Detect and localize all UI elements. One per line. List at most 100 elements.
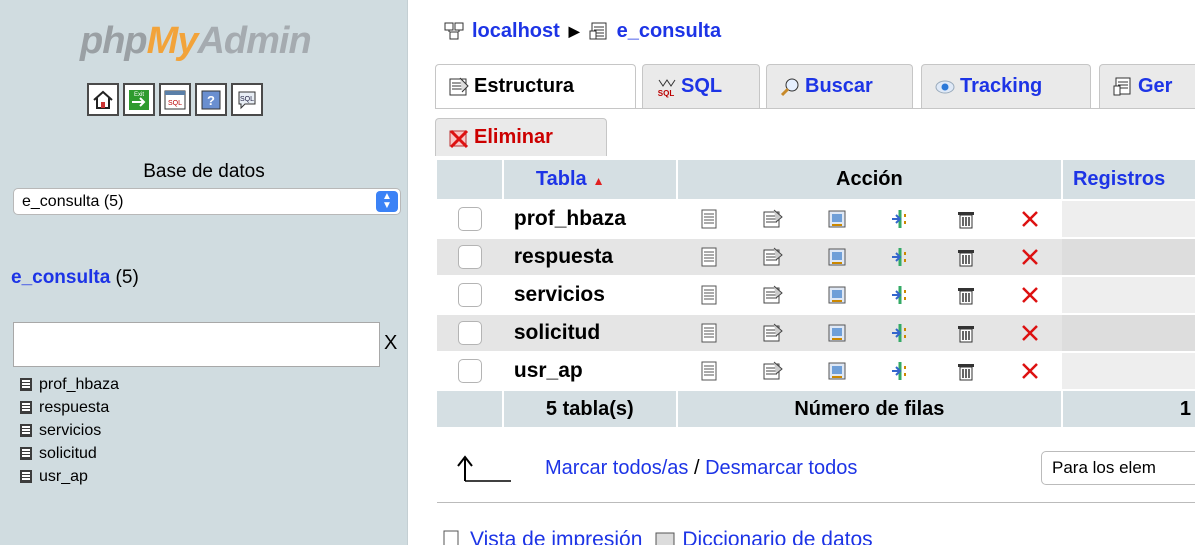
help-icon[interactable]: ? <box>195 83 227 116</box>
drop-icon[interactable] <box>997 276 1062 315</box>
drop-icon[interactable] <box>997 314 1062 353</box>
tree-item-label: servicios <box>39 422 102 439</box>
check-all-link[interactable]: Marcar todos/as <box>545 457 688 480</box>
table-name-link[interactable]: solicitud <box>502 314 677 353</box>
drop-icon[interactable] <box>997 200 1062 239</box>
table-name-link[interactable]: usr_ap <box>502 352 677 391</box>
logo-my: My <box>146 20 199 62</box>
insert-icon[interactable] <box>869 314 934 353</box>
browse-icon[interactable] <box>676 238 741 277</box>
row-checkbox[interactable] <box>457 207 482 231</box>
tab-drop[interactable]: Eliminar <box>435 118 607 156</box>
search-table-icon[interactable] <box>805 352 870 391</box>
bulk-actions: Marcar todos/as / Desmarcar todos <box>453 452 857 484</box>
svg-text:SQL: SQL <box>240 96 254 103</box>
breadcrumb: localhost ▶ e_consulta <box>444 17 721 45</box>
tree-item-servicios[interactable]: servicios <box>20 419 119 442</box>
row-checkbox[interactable] <box>457 359 482 383</box>
tab-generate[interactable]: Ger <box>1099 64 1195 108</box>
empty-icon[interactable] <box>933 352 998 391</box>
row-checkbox-cell <box>437 352 503 391</box>
header-table[interactable]: Tabla ▲ <box>502 160 678 201</box>
print-view-link[interactable]: Vista de impresión <box>470 528 642 545</box>
dictionary-icon <box>655 532 675 545</box>
row-checkbox-cell <box>437 238 503 277</box>
insert-icon[interactable] <box>869 352 934 391</box>
breadcrumb-server[interactable]: localhost <box>472 20 560 43</box>
search-table-icon[interactable] <box>805 238 870 277</box>
tree-item-respuesta[interactable]: respuesta <box>20 396 119 419</box>
navigation-frame: phpMyAdmin Exit SQL ? SQL Base de datos … <box>0 0 408 545</box>
structure-icon[interactable] <box>740 200 806 239</box>
logo-php: php <box>80 20 148 62</box>
empty-icon[interactable] <box>933 314 998 353</box>
browse-icon[interactable] <box>676 352 741 391</box>
tree-item-prof-hbaza[interactable]: prof_hbaza <box>20 373 119 396</box>
browse-icon[interactable] <box>676 276 741 315</box>
with-selected-select[interactable]: Para los elem <box>1041 451 1195 485</box>
footer-rows-label: Número de filas <box>676 390 1063 429</box>
arrow-up-icon <box>457 455 511 482</box>
database-select[interactable]: e_consulta (5) ▲ ▼ <box>13 188 401 215</box>
tab-sql[interactable]: SQL SQL <box>642 64 760 108</box>
header-checkbox-cell <box>437 160 504 201</box>
table-icon <box>20 424 32 437</box>
filter-clear-button[interactable]: X <box>384 331 397 355</box>
phpmyadmin-logo[interactable]: phpMyAdmin <box>80 18 336 64</box>
sql-docs-icon[interactable]: SQL <box>231 83 263 116</box>
structure-icon[interactable] <box>740 314 806 353</box>
empty-icon[interactable] <box>933 238 998 277</box>
table-row: solicitud <box>437 314 1195 353</box>
row-checkbox[interactable] <box>457 283 482 307</box>
table-name-link[interactable]: servicios <box>502 276 677 315</box>
tab-structure[interactable]: Estructura <box>435 64 636 108</box>
tab-row-divider <box>435 108 1195 109</box>
search-table-icon[interactable] <box>805 314 870 353</box>
uncheck-all-link[interactable]: Desmarcar todos <box>705 457 857 480</box>
tree-item-usr-ap[interactable]: usr_ap <box>20 465 119 488</box>
header-table-label: Tabla <box>535 168 587 190</box>
database-icon <box>1113 77 1131 95</box>
tab-tracking-label: Tracking <box>960 75 1043 97</box>
insert-icon[interactable] <box>869 200 934 239</box>
breadcrumb-database[interactable]: e_consulta <box>617 20 721 43</box>
table-footer-row: 5 tabla(s) Número de filas 1 <box>437 390 1195 429</box>
table-name-link[interactable]: prof_hbaza <box>502 200 677 239</box>
tree-item-label: respuesta <box>39 399 110 416</box>
structure-icon[interactable] <box>740 352 806 391</box>
sql-query-icon[interactable]: SQL <box>159 83 191 116</box>
breadcrumb-separator-icon: ▶ <box>568 22 580 39</box>
empty-icon[interactable] <box>933 276 998 315</box>
tab-search[interactable]: Buscar <box>766 64 913 108</box>
exit-icon[interactable]: Exit <box>123 83 155 116</box>
drop-icon[interactable] <box>997 238 1062 277</box>
records-cell <box>1061 314 1195 353</box>
table-filter-input[interactable] <box>13 322 380 367</box>
footer-empty-cell <box>437 390 504 429</box>
empty-icon[interactable] <box>933 200 998 239</box>
browse-icon[interactable] <box>676 200 741 239</box>
structure-icon <box>449 77 469 95</box>
drop-icon[interactable] <box>997 352 1062 391</box>
table-row: usr_ap <box>437 352 1195 391</box>
database-link[interactable]: e_consulta <box>11 267 110 288</box>
row-checkbox[interactable] <box>457 245 482 269</box>
records-cell <box>1061 238 1195 277</box>
insert-icon[interactable] <box>869 276 934 315</box>
search-table-icon[interactable] <box>805 276 870 315</box>
header-records[interactable]: Registros <box>1061 160 1195 201</box>
search-table-icon[interactable] <box>805 200 870 239</box>
home-icon[interactable] <box>87 83 119 116</box>
print-icon <box>443 530 459 545</box>
row-checkbox[interactable] <box>457 321 482 345</box>
tab-tracking[interactable]: Tracking <box>921 64 1091 108</box>
records-cell <box>1061 352 1195 391</box>
structure-icon[interactable] <box>740 238 806 277</box>
insert-icon[interactable] <box>869 238 934 277</box>
structure-icon[interactable] <box>740 276 806 315</box>
data-dictionary-link[interactable]: Diccionario de datos <box>682 528 872 545</box>
tree-item-solicitud[interactable]: solicitud <box>20 442 119 465</box>
browse-icon[interactable] <box>676 314 741 353</box>
table-name-link[interactable]: respuesta <box>502 238 677 277</box>
footer-table-count: 5 tabla(s) <box>502 390 678 429</box>
